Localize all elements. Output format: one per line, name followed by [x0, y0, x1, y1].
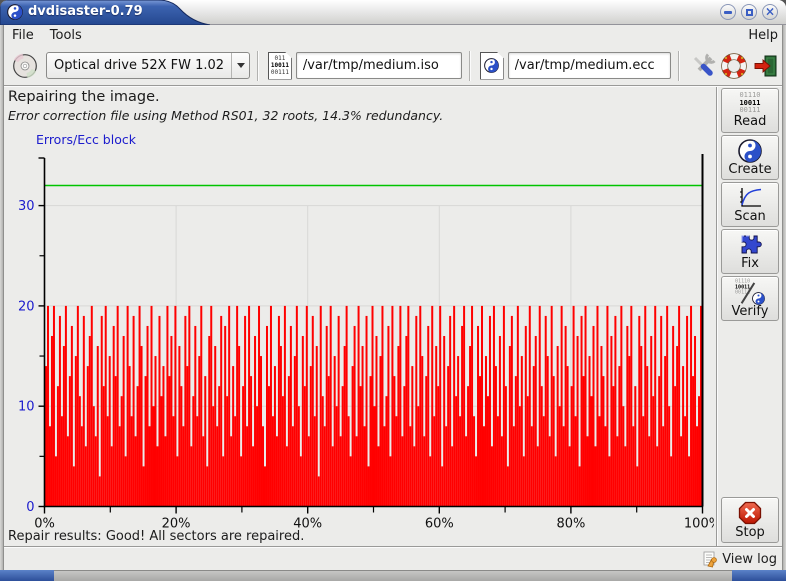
window-title: dvdisaster-0.79 [28, 4, 143, 19]
window-border [0, 25, 4, 581]
log-hand-icon [702, 551, 719, 568]
close-icon: × [765, 6, 775, 18]
create-button[interactable]: Create [721, 135, 779, 180]
window-border[interactable] [0, 570, 786, 581]
maximize-icon [746, 9, 753, 16]
chevron-down-icon [237, 63, 245, 68]
fix-button-label: Fix [741, 257, 759, 271]
toolbar-separator [469, 51, 471, 81]
ecc-file-input[interactable] [508, 52, 671, 79]
help-lifebuoy-icon [721, 53, 747, 79]
fix-button[interactable]: Fix [721, 229, 779, 274]
binary-row: 10011 [271, 62, 289, 69]
svg-text:100%: 100% [684, 517, 714, 532]
status-heading: Repairing the image. [8, 89, 160, 105]
close-button[interactable]: × [762, 4, 778, 20]
resize-corner[interactable] [0, 570, 54, 581]
action-sidebar: 01110 10011 00111 Read Create Scan Fix [719, 87, 782, 546]
toolbar-separator [678, 51, 680, 81]
preferences-tools-icon [690, 53, 716, 79]
footer-bar: View log [4, 548, 782, 570]
ecc-file-icon [480, 52, 504, 80]
stop-octagon-icon [737, 500, 763, 526]
svg-text:0: 0 [26, 500, 34, 515]
stop-button[interactable]: Stop [721, 497, 779, 543]
minimize-button[interactable] [720, 4, 736, 20]
verify-button-label: Verify [732, 305, 769, 319]
help-button[interactable] [720, 52, 748, 80]
app-window: dvdisaster-0.79 × File Tools Help Optica… [0, 0, 786, 581]
stop-button-label: Stop [735, 526, 765, 540]
menu-tools[interactable]: Tools [42, 26, 90, 45]
svg-text:80%: 80% [556, 517, 585, 532]
view-log-label: View log [722, 552, 777, 567]
binary-block-icon: 01110 10011 00111 [739, 92, 760, 115]
minimize-icon [724, 11, 732, 14]
svg-text:Errors/Ecc block: Errors/Ecc block [36, 132, 137, 147]
scan-button-label: Scan [734, 210, 766, 224]
window-border [782, 25, 786, 581]
maximize-button[interactable] [741, 4, 757, 20]
quit-button[interactable] [752, 52, 780, 80]
read-button[interactable]: 01110 10011 00111 Read [721, 88, 779, 133]
svg-text:20: 20 [18, 299, 35, 314]
read-button-label: Read [734, 115, 767, 129]
view-log-button[interactable]: View log [702, 551, 782, 568]
resize-corner[interactable] [732, 570, 786, 581]
image-file-input[interactable] [296, 52, 462, 79]
errors-chart: Errors/Ecc block01020300%20%40%60%80%100… [0, 130, 714, 535]
titlebar[interactable]: dvdisaster-0.79 × [0, 0, 786, 25]
combo-arrow-box[interactable] [231, 53, 249, 78]
toolbar: Optical drive 52X FW 1.02 011 10011 0011… [4, 46, 782, 85]
drive-select[interactable]: Optical drive 52X FW 1.02 [46, 52, 250, 79]
menu-file[interactable]: File [4, 26, 42, 45]
scan-curve-icon [737, 186, 763, 210]
svg-text:60%: 60% [425, 517, 454, 532]
svg-text:10: 10 [18, 400, 35, 415]
binary-yinyang-icon: 01110 10011 00111 [735, 279, 765, 305]
drive-select-value: Optical drive 52X FW 1.02 [47, 58, 231, 73]
scan-button[interactable]: Scan [721, 182, 779, 227]
separator [0, 85, 786, 87]
cd-disc-icon [12, 53, 38, 79]
menu-help[interactable]: Help [740, 26, 782, 45]
iso-file-icon: 011 10011 00111 [268, 52, 292, 80]
svg-text:30: 30 [18, 199, 35, 214]
puzzle-icon [738, 232, 763, 257]
dvdisaster-logo-icon [7, 4, 23, 20]
preferences-button[interactable] [689, 52, 717, 80]
quit-door-icon [753, 53, 779, 79]
create-button-label: Create [728, 163, 771, 177]
separator [716, 87, 718, 546]
menubar: File Tools Help [4, 25, 782, 46]
status-subheading: Error correction file using Method RS01,… [8, 108, 443, 123]
verify-button[interactable]: 01110 10011 00111 Verify [721, 276, 779, 321]
yin-yang-icon [738, 139, 762, 163]
result-text: Repair results: Good! All sectors are re… [8, 529, 304, 544]
binary-row: 011 [274, 55, 285, 62]
binary-row: 00111 [271, 69, 289, 76]
toolbar-separator [257, 51, 259, 81]
